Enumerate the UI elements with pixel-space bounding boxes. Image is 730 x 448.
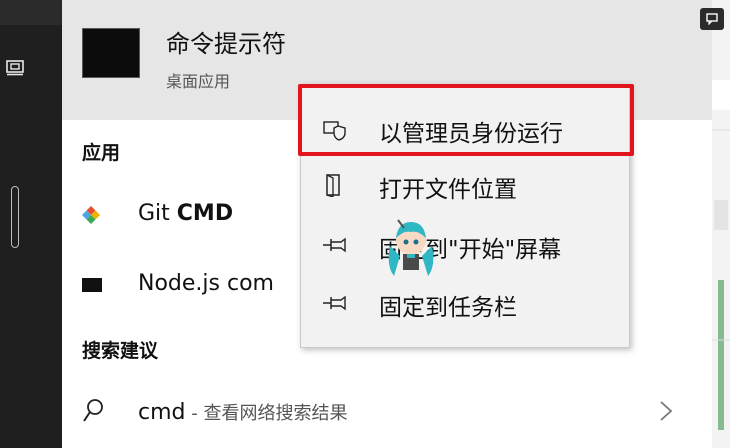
apps-section-label: 应用 [82, 142, 121, 164]
search-icon [82, 398, 104, 424]
rail-scrollbar[interactable] [11, 186, 19, 248]
chevron-right-icon[interactable] [658, 400, 674, 422]
app-name-prefix: Node.js com [138, 271, 274, 296]
app-name-match: CMD [176, 201, 234, 226]
annotation-highlight-box [298, 84, 634, 156]
search-query: cmd [138, 400, 186, 425]
file-icon [323, 173, 347, 198]
menu-item-pin-to-taskbar[interactable]: 固定到任务栏 [301, 275, 631, 331]
start-menu-rail [0, 0, 62, 448]
app-result-label: Git CMD [138, 201, 233, 226]
best-match-title: 命令提示符 [166, 30, 286, 58]
search-suffix: - 查看网络搜索结果 [185, 403, 348, 424]
rail-top-bar [0, 0, 62, 25]
app-name-prefix: Git [138, 201, 177, 226]
menu-item-label: 固定到任务栏 [379, 295, 517, 321]
best-match-subtitle: 桌面应用 [166, 72, 231, 91]
search-suggestion[interactable]: cmd - 查看网络搜索结果 [62, 390, 712, 436]
app-result-label: Node.js com [138, 271, 274, 296]
character-sticker-icon [384, 216, 438, 278]
menu-item-pin-to-start[interactable]: 固定到"开始"屏幕 [301, 217, 631, 273]
pin-icon [323, 233, 347, 257]
git-icon [82, 206, 100, 224]
command-prompt-icon [82, 28, 140, 78]
menu-item-open-file-location[interactable]: 打开文件位置 [301, 157, 631, 213]
menu-item-label: 打开文件位置 [379, 177, 517, 203]
search-suggestion-label: cmd - 查看网络搜索结果 [138, 399, 347, 425]
background-window-edge [712, 0, 730, 448]
suggestions-section-label: 搜索建议 [82, 340, 159, 362]
documents-icon[interactable] [6, 60, 26, 76]
chat-icon[interactable] [700, 8, 724, 30]
pin-icon [323, 291, 347, 315]
console-icon [82, 278, 102, 292]
